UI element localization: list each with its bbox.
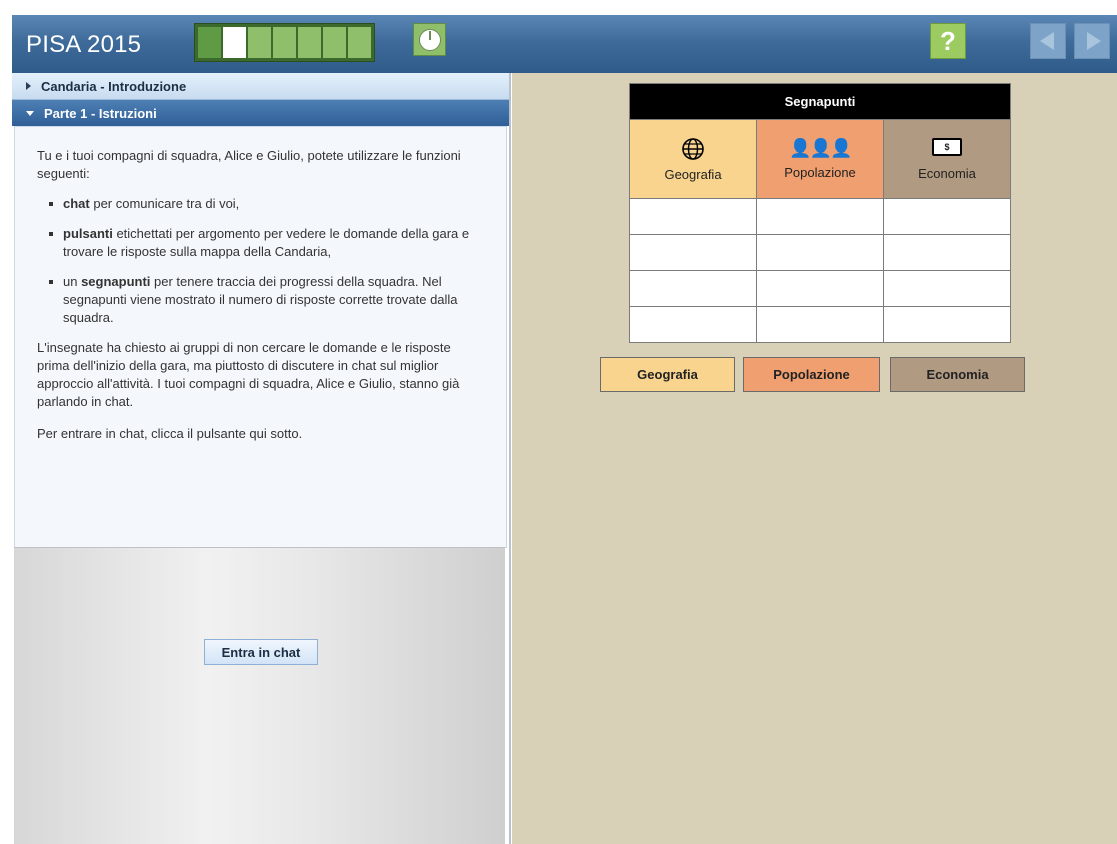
next-arrow-icon[interactable] xyxy=(1074,23,1110,59)
scoreboard-cell xyxy=(630,235,757,270)
progress-segment xyxy=(273,27,296,58)
progress-bar xyxy=(194,23,375,62)
scoreboard-col-geografia: Geografia xyxy=(630,120,757,198)
instructions-paragraph: Per entrare in chat, clicca il pulsante … xyxy=(37,426,303,441)
app-title: PISA 2015 xyxy=(26,31,142,58)
scoreboard-col-label: Popolazione xyxy=(784,165,856,180)
enter-chat-button[interactable]: Entra in chat xyxy=(204,639,318,665)
list-item: pulsanti etichettati per argomento per v… xyxy=(49,225,477,261)
header-bar: PISA 2015 ? xyxy=(12,15,1117,73)
instructions-intro: Tu e i tuoi compagni di squadra, Alice e… xyxy=(37,148,461,181)
progress-segment xyxy=(248,27,271,58)
money-icon: $ xyxy=(932,137,962,156)
accordion-introduction[interactable]: Candaria - Introduzione xyxy=(12,73,509,100)
progress-segment xyxy=(348,27,371,58)
accordion-introduction-label: Candaria - Introduzione xyxy=(41,78,187,94)
people-icon: 👤👤👤 xyxy=(789,138,852,158)
progress-segment xyxy=(323,27,346,58)
list-item: chat per comunicare tra di voi, xyxy=(49,195,477,213)
scoreboard-row xyxy=(630,306,1010,342)
scoreboard-cell xyxy=(884,235,1010,270)
scoreboard-cell xyxy=(757,235,884,270)
scoreboard-row xyxy=(630,198,1010,234)
scoreboard-cell xyxy=(630,307,757,342)
scoreboard-header: Geografia 👤👤👤 Popolazione $ Economia xyxy=(630,119,1010,198)
page: PISA 2015 ? Candaria - Introduzione Part… xyxy=(0,0,1117,844)
scoreboard-col-label: Geografia xyxy=(664,166,722,182)
instructions-paragraph: L'insegnate ha chiesto ai gruppi di non … xyxy=(37,340,460,409)
scoreboard-cell xyxy=(757,199,884,234)
scoreboard-cell xyxy=(757,271,884,306)
triangle-right-icon xyxy=(26,82,31,90)
scoreboard-row xyxy=(630,234,1010,270)
list-item: un segnapunti per tenere traccia dei pro… xyxy=(49,273,477,327)
scoreboard-row xyxy=(630,270,1010,306)
chat-area: Entra in chat xyxy=(14,547,505,844)
scoreboard-col-popolazione: 👤👤👤 Popolazione xyxy=(757,120,884,198)
instructions-panel: Tu e i tuoi compagni di squadra, Alice e… xyxy=(14,126,507,548)
timer-icon[interactable] xyxy=(413,23,446,56)
topic-button-economia[interactable]: Economia xyxy=(890,357,1025,392)
triangle-down-icon xyxy=(26,110,34,116)
scoreboard-title: Segnapunti xyxy=(630,84,1010,119)
progress-segment xyxy=(223,27,246,58)
scoreboard-cell xyxy=(630,199,757,234)
accordion-part1[interactable]: Parte 1 - Istruzioni xyxy=(12,100,509,126)
instructions-list: chat per comunicare tra di voi, pulsanti… xyxy=(37,195,477,327)
topic-button-geografia[interactable]: Geografia xyxy=(600,357,735,392)
scoreboard-cell xyxy=(757,307,884,342)
scoreboard-col-label: Economia xyxy=(918,165,976,181)
left-panel: Candaria - Introduzione Parte 1 - Istruz… xyxy=(12,73,511,844)
scoreboard-col-economia: $ Economia xyxy=(884,120,1010,198)
scoreboard-table: Segnapunti Geografia 👤👤👤 Popolazione $ E… xyxy=(629,83,1011,343)
back-arrow-icon[interactable] xyxy=(1030,23,1066,59)
scoreboard-cell xyxy=(630,271,757,306)
accordion-part1-label: Parte 1 - Istruzioni xyxy=(44,105,157,121)
progress-segment xyxy=(198,27,221,58)
scoreboard-cell xyxy=(884,307,1010,342)
topic-button-popolazione[interactable]: Popolazione xyxy=(743,357,880,392)
progress-segment xyxy=(298,27,321,58)
globe-icon xyxy=(682,137,704,160)
right-panel: Segnapunti Geografia 👤👤👤 Popolazione $ E… xyxy=(512,73,1117,844)
scoreboard-cell xyxy=(884,271,1010,306)
scoreboard-cell xyxy=(884,199,1010,234)
help-button[interactable]: ? xyxy=(930,23,966,59)
